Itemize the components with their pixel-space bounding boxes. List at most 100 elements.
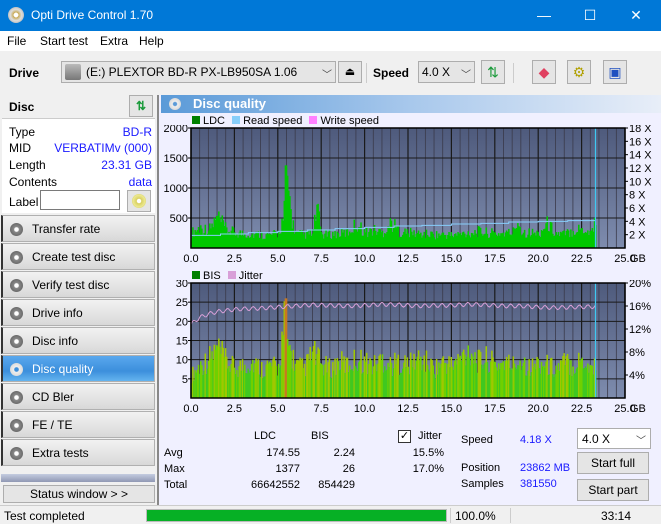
y2-tick-label: 2 X: [629, 230, 646, 242]
y2-tick-label: 12%: [629, 324, 651, 336]
eject-button[interactable]: ⏏: [338, 61, 362, 83]
y-tick-label: 20: [176, 316, 188, 328]
status-bar: Test completed 100.0% 33:14: [0, 505, 661, 524]
y-tick-label: 2000: [164, 125, 188, 135]
nav-label: Create test disc: [32, 250, 116, 264]
nav-disc-quality[interactable]: Disc quality: [1, 355, 155, 382]
y2-tick-label: 16 X: [629, 136, 652, 148]
close-button[interactable]: ✕: [613, 0, 659, 31]
stats-max-jitter: 17.0%: [412, 463, 444, 475]
stats-total-ldc: 66642552: [251, 479, 300, 491]
stats-label-max: Max: [164, 463, 185, 475]
stats-avg-bis: 2.24: [333, 447, 355, 459]
speed-value: 4.0 X: [422, 65, 451, 79]
test-speed-select[interactable]: 4.0 X ﹀: [577, 428, 651, 449]
erase-icon: ◆: [538, 64, 550, 80]
disc-title: Disc: [9, 100, 35, 114]
x-tick-label: 22.5: [571, 403, 592, 415]
y2-tick-label: 4%: [629, 370, 645, 382]
nav-disc-info[interactable]: Disc info: [1, 327, 155, 354]
disc-icon: [10, 419, 23, 432]
settings-button[interactable]: ⚙: [567, 60, 591, 84]
stats-avg-jitter: 15.5%: [412, 447, 444, 459]
run-position-value: 23862 MB: [520, 462, 571, 474]
y-tick-label: 10: [176, 355, 188, 367]
start-full-button[interactable]: Start full: [577, 452, 649, 474]
save-button[interactable]: ▣: [603, 60, 627, 84]
disc-value: data: [128, 175, 152, 189]
nav-verify-test-disc[interactable]: Verify test disc: [1, 271, 155, 298]
disc-value: VERBATIMv (000): [54, 141, 152, 155]
left-panel: Disc ⇅ Type BD-R MID VERBATIMv (000) Len…: [0, 95, 157, 505]
nav-cd-bler[interactable]: CD Bler: [1, 383, 155, 410]
disc-icon: [10, 391, 23, 404]
y-tick-label: 15: [176, 336, 188, 348]
start-part-button[interactable]: Start part: [577, 479, 649, 501]
x-tick-label: 22.5: [571, 253, 592, 265]
disc-icon: [10, 251, 23, 264]
disc-row-label: Label: [9, 195, 39, 211]
x-tick-label: 7.5: [314, 403, 329, 415]
x-tick-label: 0.0: [183, 253, 198, 265]
nav-fe-te[interactable]: FE / TE: [1, 411, 155, 438]
jitter-checkbox[interactable]: ✓: [398, 430, 411, 443]
toolbar: Drive (E:) PLEXTOR BD-R PX-LB950SA 1.06 …: [0, 51, 661, 95]
disc-icon: [10, 363, 23, 376]
menu-start-test[interactable]: Start test: [40, 34, 88, 48]
x-tick-label: 2.5: [227, 403, 242, 415]
nav-label: Disc quality: [32, 362, 94, 376]
run-samples-label: Samples: [461, 478, 504, 490]
refresh-icon: ⇅: [487, 64, 499, 80]
erase-button[interactable]: ◆: [532, 60, 556, 84]
minimize-button[interactable]: —: [521, 0, 567, 31]
disc-value: 23.31 GB: [101, 158, 152, 172]
y-tick-label: 1500: [164, 153, 188, 165]
y-tick-label: 25: [176, 297, 188, 309]
nav-extra-tests[interactable]: Extra tests: [1, 439, 155, 466]
disc-header: Disc ⇅: [2, 95, 155, 117]
y-tick-label: 5: [182, 374, 188, 386]
drive-select[interactable]: (E:) PLEXTOR BD-R PX-LB950SA 1.06 ﹀: [61, 61, 336, 83]
run-speed-label: Speed: [461, 434, 493, 446]
refresh-button[interactable]: ⇅: [481, 60, 505, 84]
x-tick-label: 20.0: [527, 403, 548, 415]
nav-transfer-rate[interactable]: Transfer rate: [1, 215, 155, 242]
label-input[interactable]: [40, 190, 120, 210]
x-tick-label: 12.5: [397, 403, 418, 415]
disc-icon: [169, 98, 181, 110]
disc-icon: [10, 223, 23, 236]
disc-icon: [10, 335, 23, 348]
x-tick-label: 20.0: [527, 253, 548, 265]
disc-icon: [10, 447, 23, 460]
status-window-button[interactable]: Status window > >: [3, 485, 155, 503]
x-tick-label: 12.5: [397, 253, 418, 265]
y2-tick-label: 18 X: [629, 125, 652, 135]
x-tick-label: 17.5: [484, 253, 505, 265]
x-tick-label: 0.0: [183, 403, 198, 415]
menu-bar: File Start test Extra Help: [0, 31, 661, 51]
legend-swatch: [227, 271, 236, 279]
eject-icon: ⏏: [344, 66, 356, 78]
speed-select[interactable]: 4.0 X ﹀: [418, 61, 475, 83]
nav-create-test-disc[interactable]: Create test disc: [1, 243, 155, 270]
label-disc-button[interactable]: [127, 190, 151, 212]
menu-extra[interactable]: Extra: [100, 34, 128, 48]
legend-swatch: [309, 116, 318, 124]
disc-row-contents: Contents data: [9, 175, 152, 191]
menu-help[interactable]: Help: [139, 34, 164, 48]
refresh-icon: ⇅: [135, 99, 147, 113]
progress-bar: [146, 509, 447, 522]
disc-quality-panel: Disc quality LDC Read speed Write speed …: [157, 95, 661, 505]
label-key: Label: [9, 195, 39, 209]
y2-tick-label: 4 X: [629, 216, 646, 228]
maximize-button[interactable]: ☐: [567, 0, 613, 31]
disc-refresh-button[interactable]: ⇅: [129, 95, 153, 117]
x-axis-label: GB: [630, 253, 646, 265]
drive-value: (E:) PLEXTOR BD-R PX-LB950SA 1.06: [86, 65, 298, 79]
menu-file[interactable]: File: [7, 34, 26, 48]
nav-drive-info[interactable]: Drive info: [1, 299, 155, 326]
x-tick-label: 10.0: [354, 403, 375, 415]
drive-icon: [65, 64, 81, 80]
stats-label-avg: Avg: [164, 447, 183, 459]
y-tick-label: 1000: [164, 183, 188, 195]
